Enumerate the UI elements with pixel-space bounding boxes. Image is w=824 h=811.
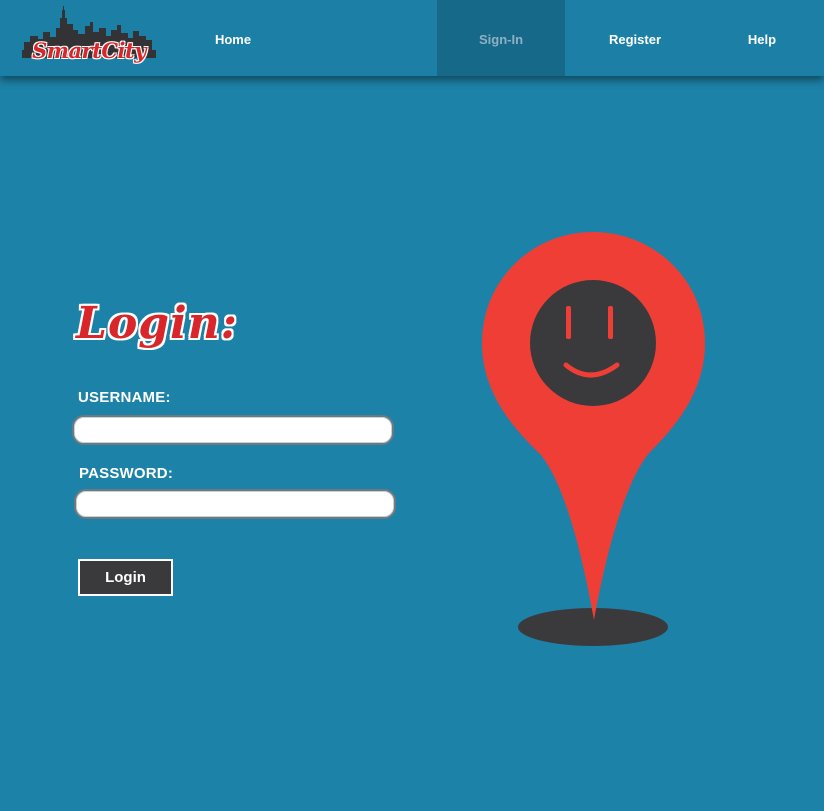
smiley-location-pin-icon bbox=[482, 232, 705, 646]
login-heading: Login: bbox=[76, 298, 238, 349]
smiley-face bbox=[530, 280, 656, 406]
smiley-right-eye bbox=[608, 306, 613, 339]
login-button[interactable]: Login bbox=[78, 559, 173, 596]
login-page: SmartCity Home Sign-In Register Help Log… bbox=[0, 0, 824, 811]
nav-register[interactable]: Register bbox=[572, 0, 698, 76]
smiley-left-eye bbox=[566, 306, 571, 339]
password-label: PASSWORD: bbox=[79, 465, 174, 482]
nav-home[interactable]: Home bbox=[170, 0, 296, 76]
location-pin-illustration bbox=[470, 222, 720, 662]
logo-text: SmartCity bbox=[32, 38, 146, 63]
smartcity-logo[interactable]: SmartCity bbox=[20, 6, 158, 70]
nav-sign-in[interactable]: Sign-In bbox=[437, 0, 565, 76]
top-navbar: SmartCity Home Sign-In Register Help bbox=[0, 0, 824, 76]
password-input[interactable] bbox=[74, 489, 396, 519]
username-label: USERNAME: bbox=[78, 389, 171, 406]
nav-help[interactable]: Help bbox=[700, 0, 824, 76]
username-input[interactable] bbox=[72, 415, 394, 445]
